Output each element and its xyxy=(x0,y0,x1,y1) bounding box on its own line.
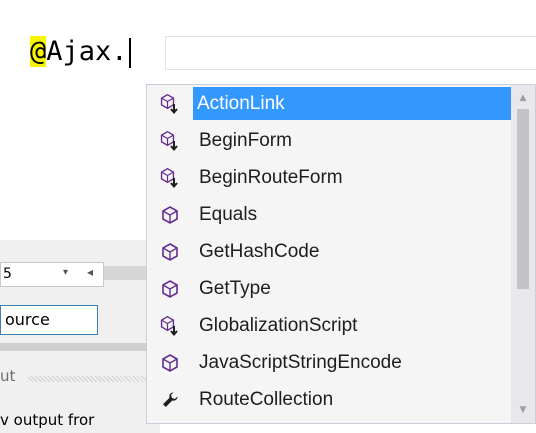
source-button[interactable]: ource xyxy=(0,305,98,335)
completion-list[interactable]: ActionLink BeginForm BeginRouteForm Equa… xyxy=(147,85,535,418)
completion-item-label: Equals xyxy=(199,203,258,225)
completion-item[interactable]: JavaScriptStringEncode xyxy=(147,344,511,381)
completion-item-label: BeginRouteForm xyxy=(199,166,343,188)
zoom-dropdown-value: 5 xyxy=(3,266,12,282)
completion-item[interactable]: RouteCollection xyxy=(147,381,511,418)
completion-item-label: GetHashCode xyxy=(199,240,320,262)
output-title-grip xyxy=(28,376,152,382)
extension-method-icon xyxy=(159,93,181,115)
completion-item-label: JavaScriptStringEncode xyxy=(199,351,402,373)
completion-item-label: BeginForm xyxy=(199,129,292,151)
completion-item-label: RouteCollection xyxy=(199,388,334,410)
dropdown-arrow-icon: ▾ xyxy=(63,267,69,278)
scroll-down-icon[interactable]: ▼ xyxy=(511,401,535,419)
method-icon xyxy=(159,204,181,226)
completion-scrollbar[interactable]: ▲ ▼ xyxy=(511,85,535,423)
intellisense-popup[interactable]: ActionLink BeginForm BeginRouteForm Equa… xyxy=(146,84,536,424)
output-text: v output fror xyxy=(0,411,95,429)
current-line-highlight xyxy=(165,36,536,70)
extension-method-icon xyxy=(159,130,181,152)
extension-method-icon xyxy=(159,315,181,337)
completion-item[interactable]: GlobalizationScript xyxy=(147,307,511,344)
completion-item-label: GetType xyxy=(199,277,271,299)
panel-divider[interactable] xyxy=(0,343,160,351)
source-button-label: ource xyxy=(5,310,50,329)
completion-item[interactable]: Equals xyxy=(147,196,511,233)
completion-item[interactable]: GetHashCode xyxy=(147,233,511,270)
method-icon xyxy=(159,352,181,374)
razor-at-sign: @ xyxy=(30,36,47,67)
completion-item[interactable]: BeginForm xyxy=(147,122,511,159)
code-line[interactable]: @Ajax. xyxy=(30,32,131,72)
method-icon xyxy=(159,278,181,300)
completion-item-label: GlobalizationScript xyxy=(199,314,358,336)
completion-item[interactable]: BeginRouteForm xyxy=(147,159,511,196)
method-icon xyxy=(159,241,181,263)
zoom-dropdown[interactable]: 5 ▾ ◂ xyxy=(0,262,104,287)
scroll-thumb[interactable] xyxy=(517,109,529,289)
output-panel-title: ut xyxy=(0,367,16,385)
text-caret xyxy=(128,37,131,68)
code-editor[interactable]: @Ajax. xyxy=(0,0,536,85)
completion-item-label: ActionLink xyxy=(193,87,535,120)
completion-item[interactable]: ActionLink xyxy=(147,85,535,122)
code-text: Ajax. xyxy=(46,36,128,67)
scroll-left-icon[interactable]: ◂ xyxy=(87,265,93,279)
completion-item[interactable]: GetType xyxy=(147,270,511,307)
scroll-up-icon[interactable]: ▲ xyxy=(511,89,535,107)
extension-method-icon xyxy=(159,167,181,189)
property-wrench-icon xyxy=(159,389,181,411)
